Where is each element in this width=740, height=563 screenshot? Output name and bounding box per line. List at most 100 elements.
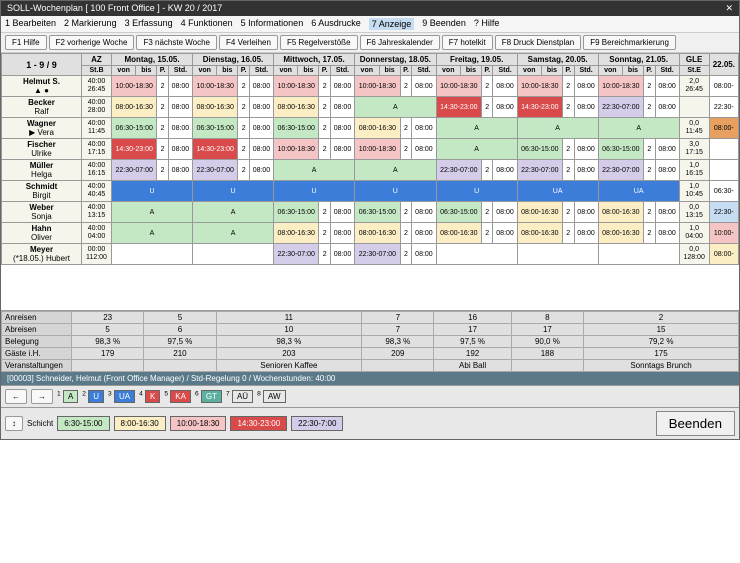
shift-cell[interactable]: A bbox=[193, 202, 274, 223]
employee-name[interactable]: Meyer(*18.05.) Hubert bbox=[2, 244, 82, 265]
shift-cell[interactable]: A bbox=[193, 223, 274, 244]
shift-cell[interactable]: 22:30-07:00 bbox=[436, 160, 481, 181]
shift-cell[interactable]: A bbox=[112, 202, 193, 223]
shift-cell[interactable]: 14:30-23:00 bbox=[112, 139, 157, 160]
legend-item[interactable]: 8 AW bbox=[257, 390, 286, 403]
shift-cell[interactable]: 06:30-15:00 bbox=[517, 139, 562, 160]
toolbar-button[interactable]: F9 Bereichmarkierung bbox=[583, 35, 676, 50]
shift-cell[interactable]: 08:00-16:30 bbox=[436, 223, 481, 244]
menu-item[interactable]: 4 Funktionen bbox=[181, 18, 233, 30]
empty-cell[interactable] bbox=[598, 244, 679, 265]
shift-cell[interactable]: 10:00-18:30 bbox=[355, 139, 401, 160]
menu-item[interactable]: 2 Markierung bbox=[64, 18, 117, 30]
shift-template[interactable]: 6:30-15:00 bbox=[57, 416, 109, 431]
shift-cell[interactable]: 06:30-15:00 bbox=[112, 118, 157, 139]
close-icon[interactable]: ✕ bbox=[725, 3, 733, 14]
empty-cell[interactable] bbox=[193, 244, 274, 265]
shift-cell[interactable]: 06:30-15:00 bbox=[436, 202, 481, 223]
legend-item[interactable]: 7 AÜ bbox=[226, 390, 253, 403]
shift-cell[interactable]: 10:00-18:30 bbox=[193, 76, 238, 97]
extra-shift-cell[interactable]: 08:00- bbox=[709, 244, 738, 265]
employee-name[interactable]: WeberSonja bbox=[2, 202, 82, 223]
shift-cell[interactable]: 22:30-07:00 bbox=[112, 160, 157, 181]
day-header[interactable]: Samstag, 20.05. bbox=[517, 54, 598, 66]
shift-cell[interactable]: U bbox=[355, 181, 437, 202]
shift-cell[interactable]: 22:30-07:00 bbox=[598, 160, 643, 181]
extra-shift-cell[interactable]: 10:00- bbox=[709, 223, 738, 244]
shift-cell[interactable]: U bbox=[436, 181, 517, 202]
shift-cell[interactable]: A bbox=[112, 223, 193, 244]
toolbar-button[interactable]: F2 vorherige Woche bbox=[49, 35, 135, 50]
day-header[interactable]: Dienstag, 16.05. bbox=[193, 54, 274, 66]
nav-next-icon[interactable]: → bbox=[31, 389, 53, 404]
legend-item[interactable]: 3 UA bbox=[108, 390, 135, 403]
shift-cell[interactable]: 22:30-07:00 bbox=[517, 160, 562, 181]
shift-cell[interactable]: 06:30-15:00 bbox=[355, 202, 401, 223]
shift-cell[interactable]: 10:00-18:30 bbox=[274, 76, 319, 97]
day-header[interactable]: Sonntag, 21.05. bbox=[598, 54, 679, 66]
day-header[interactable]: Mittwoch, 17.05. bbox=[274, 54, 355, 66]
shift-cell[interactable]: 08:00-16:30 bbox=[274, 223, 319, 244]
extra-shift-cell[interactable]: 08:00- bbox=[709, 76, 738, 97]
extra-day-head[interactable]: 22.05. bbox=[709, 54, 738, 76]
shift-cell[interactable]: A bbox=[517, 118, 598, 139]
shift-cell[interactable]: 06:30-15:00 bbox=[193, 118, 238, 139]
extra-shift-cell[interactable]: 08:00- bbox=[709, 118, 738, 139]
extra-shift-cell[interactable]: 22:30- bbox=[709, 97, 738, 118]
legend-item[interactable]: 5 KA bbox=[164, 390, 191, 403]
shift-cell[interactable]: 06:30-15:00 bbox=[274, 202, 319, 223]
empty-cell[interactable] bbox=[436, 244, 517, 265]
extra-shift-cell[interactable] bbox=[709, 160, 738, 181]
shift-cell[interactable]: U bbox=[112, 181, 193, 202]
toolbar-button[interactable]: F4 Verleihen bbox=[219, 35, 278, 50]
extra-shift-cell[interactable]: 22:30- bbox=[709, 202, 738, 223]
shift-cell[interactable]: 10:00-18:30 bbox=[355, 76, 401, 97]
empty-cell[interactable] bbox=[112, 244, 193, 265]
day-header[interactable]: Montag, 15.05. bbox=[112, 54, 193, 66]
shift-template[interactable]: 22:30-7:00 bbox=[291, 416, 343, 431]
shift-cell[interactable]: UA bbox=[517, 181, 598, 202]
employee-name[interactable]: Wagner▶ Vera bbox=[2, 118, 82, 139]
menu-item[interactable]: 7 Anzeige bbox=[369, 18, 415, 30]
shift-cell[interactable]: A bbox=[274, 160, 355, 181]
day-header[interactable]: Freitag, 19.05. bbox=[436, 54, 517, 66]
employee-name[interactable]: BeckerRalf bbox=[2, 97, 82, 118]
shift-cell[interactable]: 10:00-18:30 bbox=[517, 76, 562, 97]
extra-shift-cell[interactable] bbox=[709, 139, 738, 160]
legend-item[interactable]: 6 GT bbox=[195, 390, 222, 403]
employee-name[interactable]: FischerUlrike bbox=[2, 139, 82, 160]
empty-cell[interactable] bbox=[517, 244, 598, 265]
employee-name[interactable]: MüllerHelga bbox=[2, 160, 82, 181]
end-button[interactable]: Beenden bbox=[656, 411, 735, 436]
shift-cell[interactable]: 08:00-16:30 bbox=[598, 202, 643, 223]
shift-cell[interactable]: A bbox=[355, 97, 437, 118]
shift-cell[interactable]: U bbox=[193, 181, 274, 202]
shift-cell[interactable]: 08:00-16:30 bbox=[355, 118, 401, 139]
shift-cell[interactable]: 22:30-07:00 bbox=[193, 160, 238, 181]
shift-cell[interactable]: UA bbox=[598, 181, 679, 202]
shift-cell[interactable]: 10:00-18:30 bbox=[112, 76, 157, 97]
employee-name[interactable]: SchmidtBirgit bbox=[2, 181, 82, 202]
shift-cell[interactable]: 10:00-18:30 bbox=[274, 139, 319, 160]
shift-cell[interactable]: 06:30-15:00 bbox=[274, 118, 319, 139]
shift-cell[interactable]: 22:30-07:00 bbox=[355, 244, 401, 265]
shift-cell[interactable]: 14:30-23:00 bbox=[517, 97, 562, 118]
nav-prev-icon[interactable]: ← bbox=[5, 389, 27, 404]
menu-item[interactable]: 6 Ausdrucke bbox=[311, 18, 361, 30]
day-header[interactable]: Donnerstag, 18.05. bbox=[355, 54, 437, 66]
shift-cell[interactable]: 14:30-23:00 bbox=[436, 97, 481, 118]
toolbar-button[interactable]: F8 Druck Dienstplan bbox=[495, 35, 581, 50]
shift-template[interactable]: 14:30-23:00 bbox=[230, 416, 287, 431]
menu-item[interactable]: 9 Beenden bbox=[422, 18, 466, 30]
shift-cell[interactable]: 22:30-07:00 bbox=[274, 244, 319, 265]
toolbar-button[interactable]: F3 nächste Woche bbox=[136, 35, 217, 50]
toolbar-button[interactable]: F1 Hilfe bbox=[5, 35, 47, 50]
menu-item[interactable]: ? Hilfe bbox=[474, 18, 500, 30]
toolbar-button[interactable]: F5 Regelverstöße bbox=[280, 35, 358, 50]
shift-cell[interactable]: 08:00-16:30 bbox=[274, 97, 319, 118]
shift-cell[interactable]: 14:30-23:00 bbox=[193, 139, 238, 160]
shift-cell[interactable]: A bbox=[436, 118, 517, 139]
extra-shift-cell[interactable]: 06:30- bbox=[709, 181, 738, 202]
employee-name[interactable]: HahnOliver bbox=[2, 223, 82, 244]
toolbar-button[interactable]: F6 Jahreskalender bbox=[360, 35, 440, 50]
